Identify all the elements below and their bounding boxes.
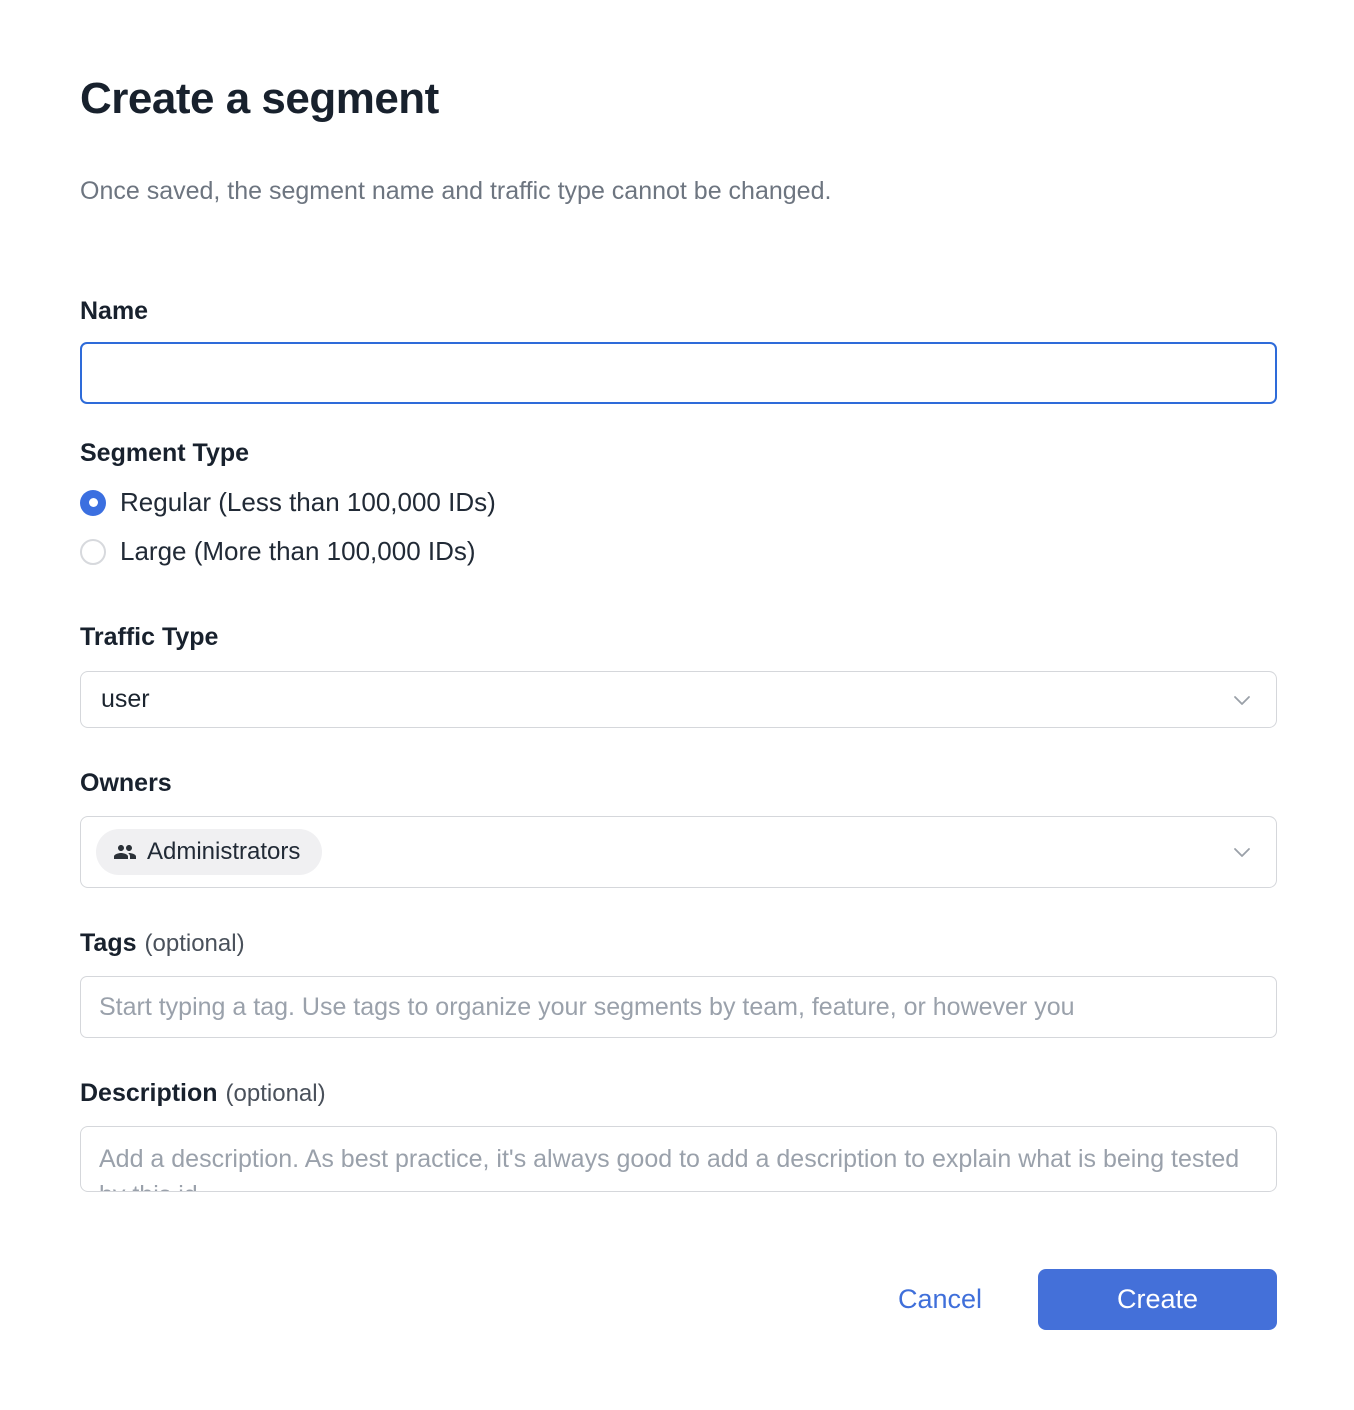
owner-chip-label: Administrators bbox=[147, 838, 300, 866]
traffic-type-select[interactable]: user bbox=[80, 671, 1277, 728]
dialog-actions: Cancel Create bbox=[80, 1269, 1277, 1330]
tags-label: Tags (optional) bbox=[80, 928, 1277, 959]
radio-label[interactable]: Regular (Less than 100,000 IDs) bbox=[120, 487, 496, 518]
segment-type-option-regular[interactable]: Regular (Less than 100,000 IDs) bbox=[80, 487, 1277, 518]
name-label: Name bbox=[80, 296, 1277, 327]
tags-optional-text: (optional) bbox=[145, 930, 245, 957]
description-optional-text: (optional) bbox=[226, 1080, 326, 1107]
owners-select[interactable]: Administrators bbox=[80, 816, 1277, 888]
owners-label: Owners bbox=[80, 768, 1277, 799]
description-label-text: Description bbox=[80, 1079, 218, 1107]
traffic-type-value: user bbox=[101, 685, 150, 714]
create-button[interactable]: Create bbox=[1038, 1269, 1277, 1330]
description-label: Description (optional) bbox=[80, 1078, 1277, 1109]
cancel-button[interactable]: Cancel bbox=[884, 1276, 996, 1323]
radio-unselected-icon[interactable] bbox=[80, 539, 106, 565]
radio-label[interactable]: Large (More than 100,000 IDs) bbox=[120, 536, 476, 567]
tags-input[interactable] bbox=[80, 976, 1277, 1038]
dialog-title: Create a segment bbox=[80, 74, 1277, 124]
create-segment-dialog: Create a segment Once saved, the segment… bbox=[0, 0, 1354, 1330]
chevron-down-icon bbox=[1228, 686, 1256, 714]
dialog-subtitle: Once saved, the segment name and traffic… bbox=[80, 176, 1277, 206]
people-icon bbox=[113, 840, 137, 864]
description-textarea[interactable] bbox=[80, 1126, 1277, 1192]
chevron-down-icon bbox=[1228, 838, 1256, 866]
traffic-type-label: Traffic Type bbox=[80, 622, 1277, 653]
name-input[interactable] bbox=[80, 342, 1277, 404]
radio-selected-icon[interactable] bbox=[80, 490, 106, 516]
segment-type-label: Segment Type bbox=[80, 438, 1277, 469]
segment-type-option-large[interactable]: Large (More than 100,000 IDs) bbox=[80, 536, 1277, 567]
owner-chip-administrators[interactable]: Administrators bbox=[96, 829, 322, 875]
tags-label-text: Tags bbox=[80, 929, 137, 957]
